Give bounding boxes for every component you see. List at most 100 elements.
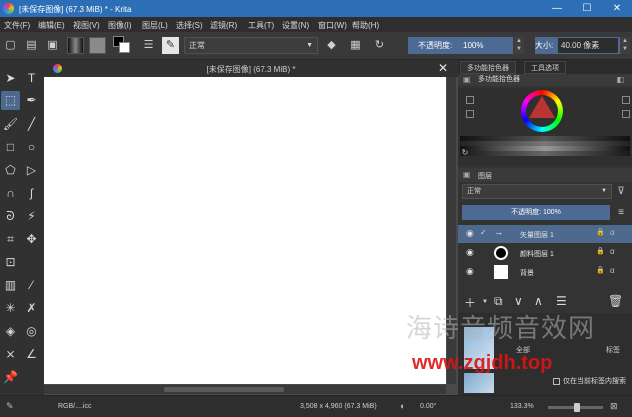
lock-icon[interactable]: 🔒 — [596, 228, 605, 236]
open-document-icon[interactable]: ▤ — [23, 37, 40, 54]
rectangle-tool-icon[interactable]: □ — [1, 138, 20, 157]
menu-file[interactable]: 文件(F) — [4, 20, 30, 31]
alpha-lock-icon[interactable]: α — [610, 228, 615, 237]
polyline-tool-icon[interactable]: ▷ — [22, 161, 41, 180]
layer-filter-icon[interactable]: ⊽ — [614, 184, 628, 199]
menu-tools[interactable]: 工具(T) — [248, 20, 274, 31]
color-history-icon[interactable] — [466, 96, 474, 104]
close-document-button[interactable]: ✕ — [438, 61, 448, 75]
eraser-mode-icon[interactable]: ◆ — [323, 37, 340, 54]
select-shapes-tool-icon[interactable]: ➤ — [1, 69, 20, 88]
horizontal-scrollbar[interactable] — [44, 385, 446, 394]
lock-icon[interactable]: 🔒 — [596, 247, 605, 255]
recent-colors-bars[interactable] — [460, 136, 630, 156]
rotation-icon[interactable]: ◐ — [400, 401, 405, 411]
move-layer-up-icon[interactable]: ∧ — [534, 294, 543, 308]
edit-shapes-tool-icon[interactable]: ⬚ — [1, 91, 20, 110]
rotation-status[interactable]: 0.00° — [420, 403, 436, 410]
menu-view[interactable]: 视图(V) — [73, 20, 100, 31]
brush-preset-thumbnail[interactable] — [464, 373, 494, 393]
menu-window[interactable]: 窗口(W) — [318, 20, 347, 31]
move-tool-icon[interactable]: ✥ — [22, 230, 41, 249]
zoom-slider-handle[interactable] — [574, 403, 580, 412]
background-color-swatch[interactable] — [119, 42, 130, 53]
color-space-status[interactable]: RGB/....icc — [58, 403, 91, 410]
horizontal-scrollbar-thumb[interactable] — [164, 387, 284, 392]
size-spin[interactable]: ▲ ▼ — [620, 37, 630, 54]
duplicate-layer-icon[interactable]: ⧉ — [494, 294, 503, 309]
inherit-alpha-check-icon[interactable]: ✓ — [480, 228, 487, 237]
color-pick-icon[interactable] — [622, 96, 630, 104]
crop-tool-icon[interactable]: ⌗ — [1, 230, 20, 249]
visibility-eye-icon[interactable]: ◉ — [466, 247, 474, 258]
measure-tool-icon[interactable]: ∠ — [22, 345, 41, 364]
size-slider[interactable]: 大小: 40.00 像素 — [535, 37, 625, 54]
dynamic-brush-tool-icon[interactable]: ᘐ — [1, 207, 20, 226]
maximize-button[interactable]: ☐ — [572, 0, 602, 17]
menu-settings[interactable]: 设置(N) — [282, 20, 309, 31]
reference-images-tool-icon[interactable]: 📌 — [1, 368, 20, 387]
blend-mode-select[interactable]: 正常 ▼ — [184, 37, 318, 54]
layer-options-icon[interactable]: ≡ — [614, 205, 628, 220]
transform-tool-icon[interactable]: ⊡ — [1, 253, 20, 272]
menu-select[interactable]: 选择(S) — [176, 20, 203, 31]
brush-preset-icon[interactable]: ✎ — [162, 37, 179, 54]
move-layer-down-icon[interactable]: ∨ — [514, 294, 523, 308]
drawing-canvas[interactable] — [44, 77, 446, 384]
tab-advanced-color-selector[interactable]: 多功能拾色器 — [460, 61, 516, 74]
chevron-down-icon[interactable]: ▼ — [482, 299, 488, 305]
reset-color-icon[interactable]: ↻ — [460, 148, 470, 158]
color-swatch-icon[interactable] — [622, 110, 630, 118]
delete-layer-icon[interactable]: 🗑 — [608, 294, 623, 308]
menu-edit[interactable]: 编辑(E) — [38, 20, 65, 31]
save-document-icon[interactable]: ▣ — [44, 37, 61, 54]
zoom-status[interactable]: 133.3% — [510, 403, 534, 410]
panel-float-icon[interactable]: ◧ — [616, 74, 624, 86]
layer-row[interactable]: ◉ ✓ → 矢量图层 1 🔒 α — [458, 225, 632, 243]
document-tab[interactable]: [未保存图像] (67.3 MiB) * ✕ — [44, 60, 458, 77]
calligraphy-tool-icon[interactable]: ✒ — [22, 91, 41, 110]
hue-ring-selector[interactable] — [521, 90, 563, 132]
menu-layer[interactable]: 图层(L) — [142, 20, 168, 31]
opacity-slider[interactable]: 不透明度: 100% — [408, 37, 513, 54]
panel-menu-icon[interactable]: ▣ — [463, 74, 471, 86]
reload-preset-icon[interactable]: ↻ — [371, 37, 388, 54]
opacity-spin[interactable]: ▲ ▼ — [514, 37, 524, 54]
polygon-tool-icon[interactable]: ⬠ — [1, 161, 20, 180]
layer-row[interactable]: ◉ 背景 🔒 α — [458, 263, 632, 281]
new-document-icon[interactable]: ▢ — [2, 37, 19, 54]
menu-image[interactable]: 图像(I) — [108, 20, 132, 31]
assistant-tool-icon[interactable]: ⨯ — [1, 345, 20, 364]
freehand-path-tool-icon[interactable]: ʃ — [22, 184, 41, 203]
fit-view-icon[interactable]: ⊠ — [610, 401, 618, 412]
search-in-tag-checkbox[interactable] — [553, 378, 560, 385]
saturation-value-triangle[interactable] — [529, 96, 555, 118]
lock-icon[interactable]: 🔒 — [596, 266, 605, 274]
brush-settings-icon[interactable]: ☰ — [140, 37, 157, 54]
colorize-mask-tool-icon[interactable]: ✗ — [22, 299, 41, 318]
minimize-button[interactable]: — — [542, 0, 572, 17]
ellipse-tool-icon[interactable]: ○ — [22, 138, 41, 157]
gradient-tool-icon[interactable]: ▥ — [1, 276, 20, 295]
smart-patch-tool-icon[interactable]: ✳ — [1, 299, 20, 318]
text-tool-icon[interactable]: T — [22, 69, 41, 88]
tab-tool-options[interactable]: 工具选项 — [524, 61, 566, 74]
layer-row[interactable]: ◉ 颜料图层 1 🔒 α — [458, 244, 632, 262]
layer-opacity-slider[interactable]: 不透明度: 100% — [462, 205, 610, 220]
brush-tag-label[interactable]: 标签 — [606, 345, 620, 355]
visibility-eye-icon[interactable]: ◉ — [466, 266, 474, 277]
layer-properties-icon[interactable]: ☰ — [556, 294, 567, 308]
layer-blend-mode-select[interactable]: 正常 ▼ — [462, 184, 612, 199]
menu-help[interactable]: 帮助(H) — [352, 20, 379, 31]
line-tool-icon[interactable]: ╱ — [22, 115, 41, 134]
enclose-fill-tool-icon[interactable]: ◎ — [22, 322, 41, 341]
gradient-selector[interactable] — [67, 37, 84, 54]
alpha-lock-icon[interactable]: α — [610, 266, 615, 275]
visibility-eye-icon[interactable]: ◉ — [466, 228, 474, 239]
freehand-brush-tool-icon[interactable]: 🖌 — [1, 115, 20, 134]
alpha-lock-icon[interactable]: α — [610, 247, 615, 256]
color-picker-tool-icon[interactable]: ⁄ — [22, 276, 41, 295]
bezier-curve-tool-icon[interactable]: ∩ — [1, 184, 20, 203]
menu-filter[interactable]: 滤镜(R) — [210, 20, 237, 31]
multibrush-tool-icon[interactable]: ⚡ — [22, 207, 41, 226]
